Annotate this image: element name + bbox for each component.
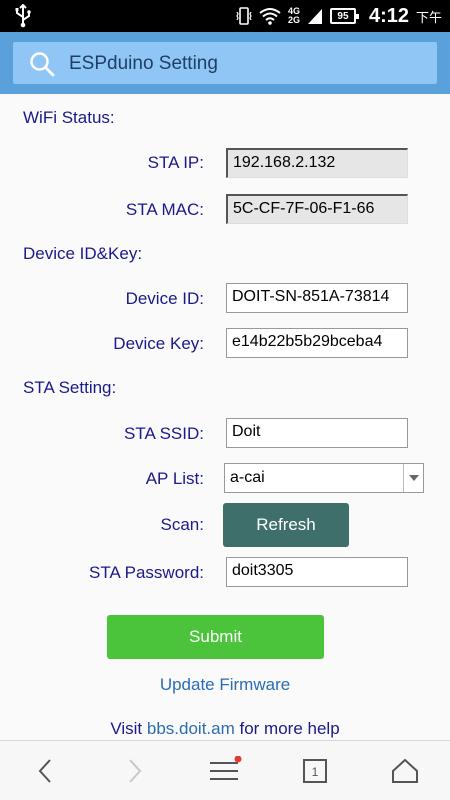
- device-id-field[interactable]: DOIT-SN-851A-73814: [226, 283, 408, 313]
- help-prefix: Visit: [110, 719, 147, 738]
- browser-bottom-nav: 1: [0, 740, 450, 800]
- wifi-status-title: WiFi Status:: [23, 108, 115, 127]
- sta-mac-field[interactable]: 5C-CF-7F-06-F1-66: [226, 194, 408, 224]
- help-link[interactable]: bbs.doit.am: [147, 719, 235, 738]
- chevron-right-icon: [129, 759, 142, 783]
- menu-button[interactable]: [195, 741, 255, 800]
- device-title: Device ID&Key:: [23, 244, 143, 263]
- battery-icon: 95: [329, 8, 359, 24]
- tab-count: 1: [312, 765, 319, 779]
- usb-icon: [15, 4, 31, 28]
- clock-ampm: 下午: [415, 9, 442, 25]
- sta-ssid-field[interactable]: Doit: [226, 418, 408, 448]
- menu-icon: [210, 756, 242, 780]
- refresh-button[interactable]: Refresh: [223, 503, 349, 547]
- search-icon[interactable]: [29, 51, 55, 77]
- scan-label: Scan:: [160, 515, 204, 534]
- device-key-label: Device Key:: [113, 334, 204, 353]
- clock-time: 4:12: [368, 4, 409, 27]
- vibrate-icon: [236, 7, 252, 25]
- status-bar: 4G 2G 95 4:12 下午: [0, 0, 450, 32]
- tabs-icon: 1: [303, 759, 327, 783]
- ap-list-select[interactable]: a-cai: [224, 463, 424, 493]
- signal-icon: [307, 9, 322, 24]
- chevron-left-icon: [38, 759, 51, 783]
- network-2g-label: 2G: [287, 15, 300, 25]
- search-bar[interactable]: ESPduino Setting: [13, 42, 437, 84]
- sta-ssid-label: STA SSID:: [124, 424, 204, 443]
- device-key-field[interactable]: e14b22b5b29bceba4: [226, 328, 408, 358]
- sta-ip-field[interactable]: 192.168.2.132: [226, 148, 408, 178]
- battery-level: 95: [337, 10, 349, 22]
- submit-button[interactable]: Submit: [107, 615, 324, 659]
- page-title: ESPduino Setting: [69, 53, 218, 74]
- settings-form: WiFi Status: STA IP: 192.168.2.132 STA M…: [0, 94, 450, 740]
- tabs-button[interactable]: 1: [285, 741, 345, 800]
- help-text: Visit bbs.doit.am for more help: [0, 719, 450, 739]
- back-button[interactable]: [15, 741, 75, 800]
- sta-password-field[interactable]: doit3305: [226, 557, 408, 587]
- help-suffix: for more help: [234, 719, 340, 738]
- app-header: ESPduino Setting: [0, 32, 450, 94]
- ap-list-value: a-cai: [230, 469, 265, 486]
- wifi-icon: [259, 8, 281, 25]
- sta-ip-label: STA IP:: [147, 153, 204, 172]
- sta-password-label: STA Password:: [89, 563, 204, 582]
- ap-list-label: AP List:: [145, 469, 204, 488]
- sta-setting-title: STA Setting:: [23, 378, 117, 397]
- home-button[interactable]: [375, 741, 435, 800]
- update-firmware-link[interactable]: Update Firmware: [0, 675, 450, 695]
- device-id-label: Device ID:: [125, 289, 204, 308]
- chevron-down-icon[interactable]: [403, 464, 423, 492]
- home-icon: [392, 758, 418, 783]
- network-type: 4G 2G: [288, 7, 300, 25]
- forward-button[interactable]: [105, 741, 165, 800]
- sta-mac-label: STA MAC:: [125, 200, 204, 219]
